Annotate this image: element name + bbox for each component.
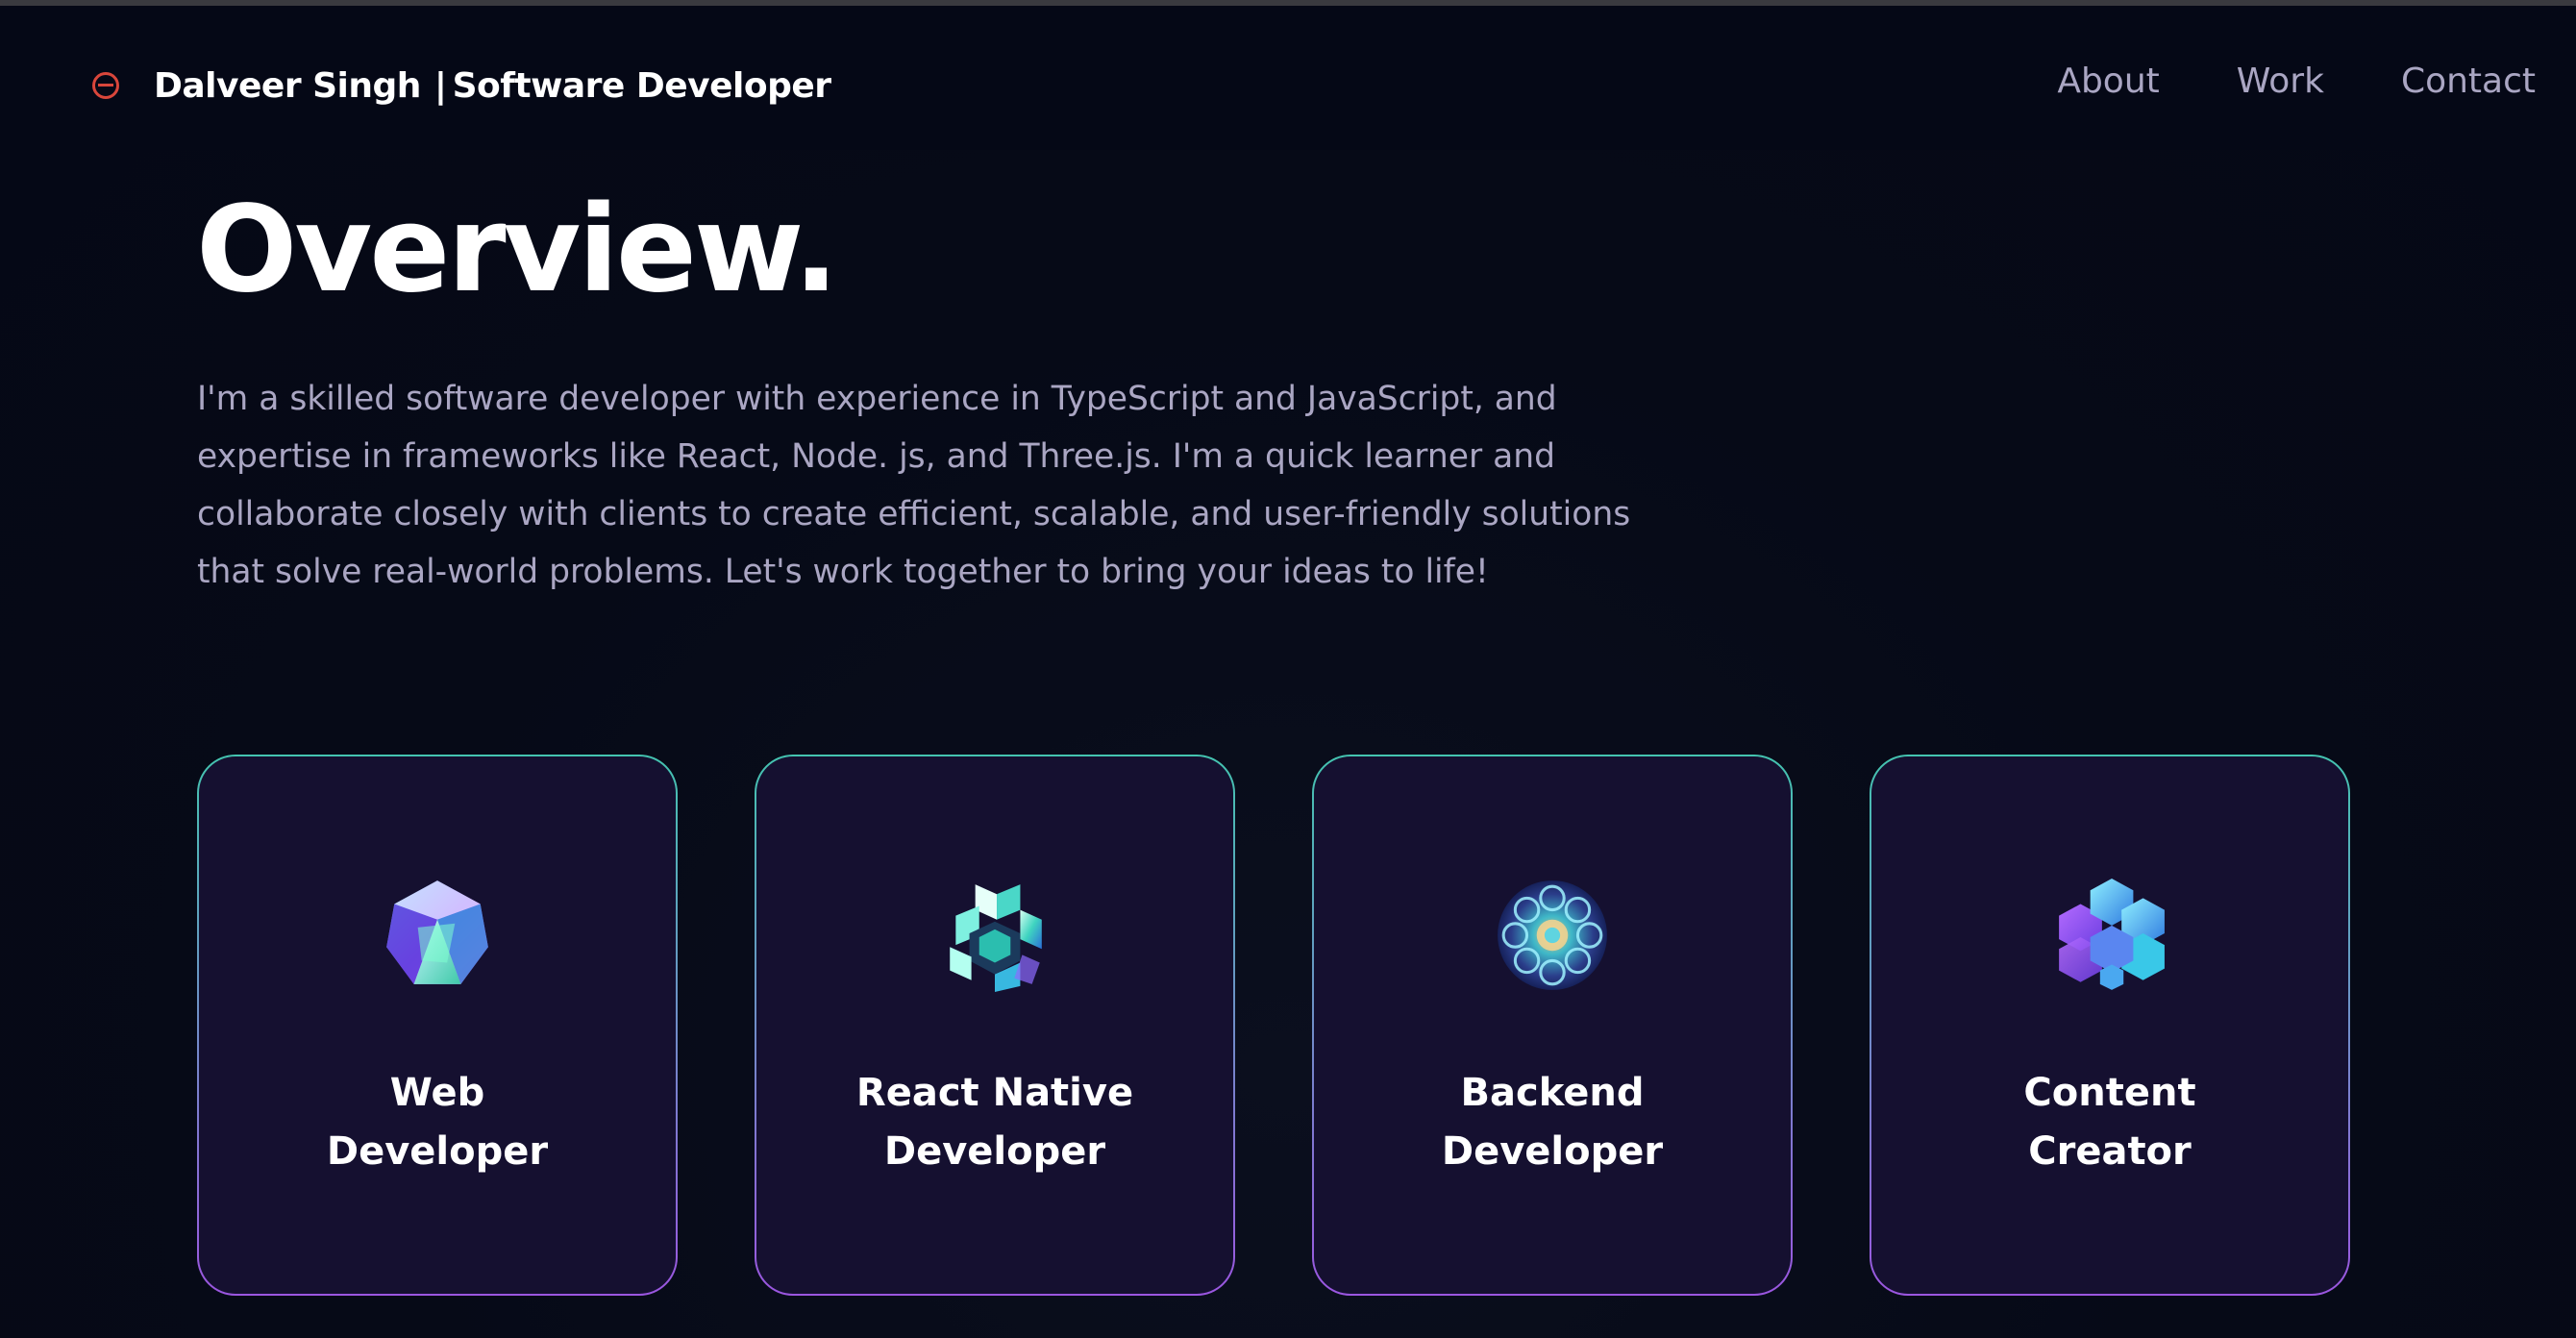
service-card-title: Backend Developer	[1314, 1064, 1791, 1181]
service-title-line: Creator	[2028, 1129, 2192, 1174]
service-title-line: Developer	[883, 1129, 1106, 1174]
service-card-inner: Backend Developer	[1314, 756, 1791, 1294]
service-card-react-native-developer[interactable]: React Native Developer	[755, 755, 1235, 1296]
service-card-inner: React Native Developer	[756, 756, 1233, 1294]
brand-name: Dalveer Singh	[154, 65, 421, 106]
nav-link-about[interactable]: About	[2057, 62, 2159, 101]
nav-link-work[interactable]: Work	[2237, 62, 2324, 101]
service-card-backend-developer[interactable]: Backend Developer	[1312, 755, 1793, 1296]
navbar: Dalveer Singh | Software Developer About W…	[0, 6, 2576, 150]
brand-role: Software Developer	[452, 65, 831, 106]
service-card-title: Content Creator	[1871, 1064, 2348, 1181]
logo-icon	[92, 72, 119, 99]
web-developer-icon	[386, 880, 488, 984]
service-card-content-creator[interactable]: Content Creator	[1870, 755, 2350, 1296]
service-title-line: Content	[2023, 1071, 2196, 1115]
service-title-line: React Native	[855, 1071, 1134, 1115]
nav-links: About Work Contact	[2057, 62, 2536, 101]
react-native-developer-icon	[950, 884, 1042, 992]
service-card-inner: Content Creator	[1871, 756, 2348, 1294]
service-title-line: Web	[389, 1071, 485, 1115]
nav-link-contact[interactable]: Contact	[2401, 62, 2536, 101]
service-title-line: Developer	[1441, 1129, 1664, 1174]
service-title-line: Backend	[1460, 1071, 1645, 1115]
service-card-title: React Native Developer	[756, 1064, 1233, 1181]
overview-heading: Overview.	[196, 181, 839, 319]
service-card-title: Web Developer	[199, 1064, 676, 1181]
service-card-inner: Web Developer	[199, 756, 676, 1294]
backend-developer-icon	[1498, 880, 1607, 990]
service-title-line: Developer	[326, 1129, 549, 1174]
service-card-web-developer[interactable]: Web Developer	[197, 755, 678, 1296]
brand-text: Dalveer Singh | Software Developer	[154, 66, 831, 106]
brand-link[interactable]: Dalveer Singh | Software Developer	[92, 62, 831, 110]
brand-separator: |	[433, 65, 447, 106]
overview-paragraph: I'm a skilled software developer with ex…	[197, 380, 1631, 591]
content-creator-icon	[2059, 879, 2165, 990]
